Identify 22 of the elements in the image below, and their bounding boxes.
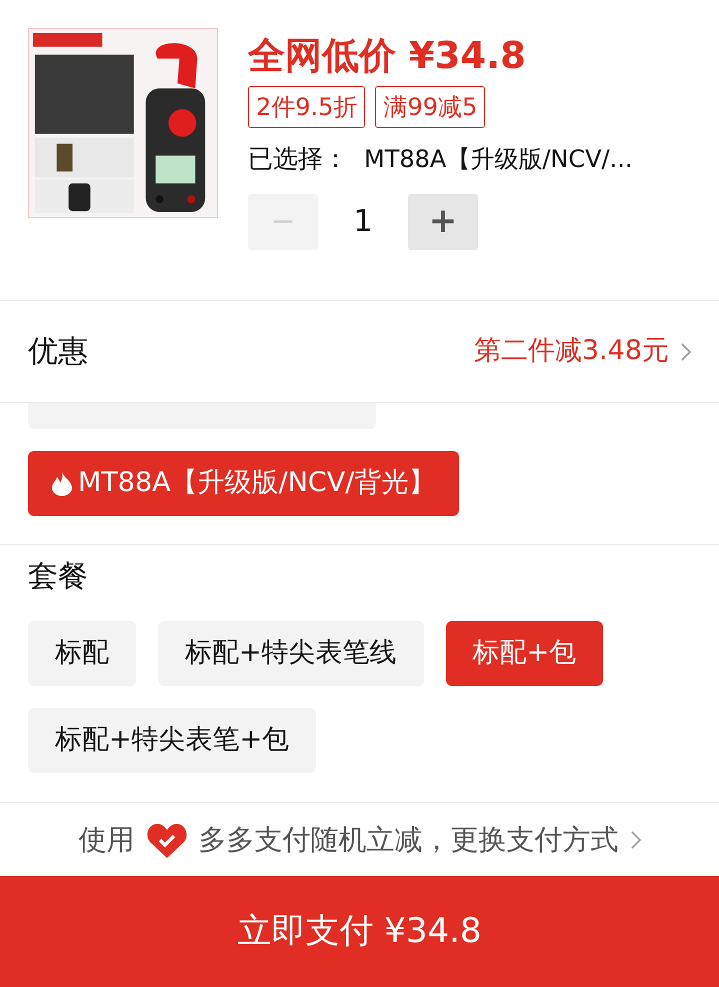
section-title: 套餐 bbox=[28, 559, 89, 595]
payment-prefix: 使用 bbox=[78, 822, 134, 858]
discount-label: 优惠 bbox=[28, 333, 88, 371]
heart-check-icon bbox=[146, 822, 186, 858]
option-chip[interactable]: 标配+特尖表笔+包 bbox=[28, 708, 316, 773]
option-chip[interactable]: 标配+特尖表笔线 bbox=[158, 621, 424, 686]
chevron-right-icon bbox=[630, 830, 640, 848]
discount-value[interactable]: 第二件减3.48元 bbox=[474, 331, 669, 372]
option-chip[interactable]: MT88A【升级版/NCV/背光】 bbox=[28, 451, 460, 516]
option-chip[interactable]: 标配 bbox=[28, 621, 136, 686]
promo-tag: 满99减5 bbox=[375, 86, 486, 128]
pay-button[interactable]: 立即支付 ¥34.8 bbox=[0, 876, 719, 987]
promo-tag: 2件9.5折 bbox=[248, 86, 366, 128]
option-chip[interactable]: 标配+包 bbox=[446, 621, 604, 686]
price-label: 全网低价 ¥34.8 bbox=[248, 33, 527, 79]
quantity-value: 1 bbox=[352, 203, 374, 241]
selected-label: 已选择： bbox=[248, 143, 348, 175]
selected-value: MT88A【升级版/NCV/... bbox=[364, 144, 633, 175]
increase-button[interactable]: + bbox=[408, 194, 478, 250]
payment-text[interactable]: 多多支付随机立减，更换支付方式 bbox=[198, 818, 618, 860]
flame-icon bbox=[52, 472, 72, 496]
chevron-right-icon bbox=[681, 342, 691, 360]
